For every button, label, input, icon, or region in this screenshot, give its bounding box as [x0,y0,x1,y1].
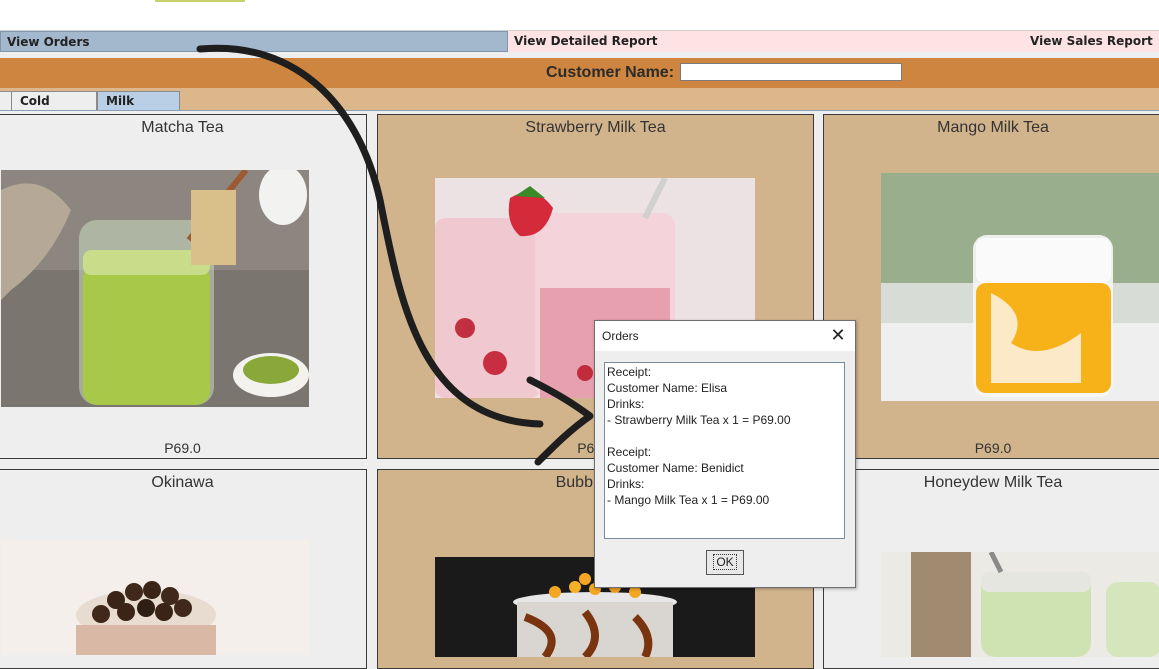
drink-card-matcha-tea[interactable]: Matcha Tea P69.0 [0,114,367,459]
category-tabs: Cold Drinks Milk Drinks [0,88,1159,126]
dialog-title: Orders [602,329,639,343]
tab-cold-drinks[interactable]: Cold Drinks [11,91,97,126]
view-sales-report-button[interactable]: View Sales Report [1024,31,1154,52]
drink-card-honeydew-milk-tea[interactable]: Honeydew Milk Tea [823,469,1159,669]
ok-button-label: OK [713,554,737,570]
drink-card-okinawa[interactable]: Okinawa [0,469,367,669]
drink-price: P69.0 [974,440,1012,456]
mango-milk-tea-image [881,173,1159,401]
menu-bar: View Detailed Report View Orders View Sa… [0,31,1159,53]
close-icon[interactable]: ✕ [827,325,849,347]
drink-name: Matcha Tea [141,119,224,136]
drink-card-mango-milk-tea[interactable]: Mango Milk Tea P69.0 [823,114,1159,459]
drink-name: Mango Milk Tea [937,119,1049,136]
orders-dialog: Orders ✕ Receipt: Customer Name: Elisa D… [594,320,856,588]
drink-name: Honeydew Milk Tea [923,474,1063,491]
view-orders-button[interactable]: View Orders [0,31,508,52]
receipt-text-area[interactable]: Receipt: Customer Name: Elisa Drinks: - … [604,362,845,539]
drink-name: Strawberry Milk Tea [525,119,666,136]
tab-milk-drinks[interactable]: Milk Drinks [97,91,180,126]
top-accent [155,0,245,2]
drink-price: P69.0 [164,440,201,456]
okinawa-image [1,540,309,655]
customer-bar: Customer Name: [0,58,1159,88]
customer-name-label: Customer Name: [546,64,675,81]
customer-name-input[interactable] [680,63,902,81]
matcha-tea-image [1,170,309,407]
ok-button[interactable]: OK [706,550,744,575]
drink-name: Okinawa [151,474,214,491]
dialog-title-bar: Orders ✕ [595,321,855,351]
drinks-grid: Matcha Tea P69.0 Strawberry Milk Tea Man… [0,111,1159,669]
window-top-strip [0,0,1159,31]
honeydew-milk-tea-image [881,552,1159,657]
